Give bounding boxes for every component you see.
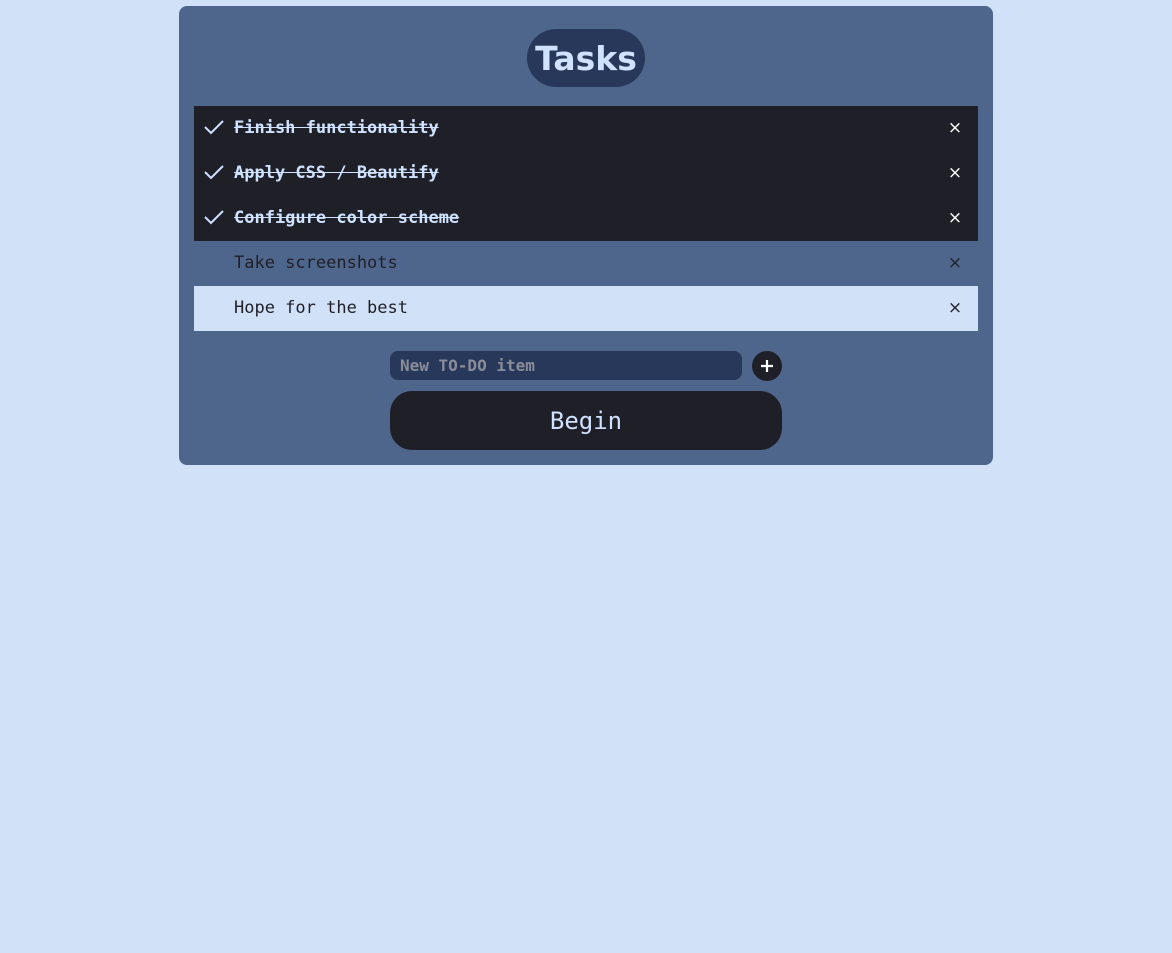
tasks-panel: Tasks Finish functionality × Apply CSS /…	[179, 6, 993, 465]
task-item[interactable]: Take screenshots ×	[194, 241, 978, 286]
begin-button[interactable]: Begin	[390, 391, 782, 450]
task-text: Apply CSS / Beautify	[234, 163, 439, 183]
close-icon[interactable]: ×	[947, 297, 963, 319]
task-text: Hope for the best	[234, 298, 408, 318]
close-icon[interactable]: ×	[947, 162, 963, 184]
plus-icon	[761, 360, 773, 372]
checkmark-icon	[204, 165, 224, 180]
task-text: Configure color scheme	[234, 208, 460, 228]
task-item-completed[interactable]: Apply CSS / Beautify ×	[194, 151, 978, 196]
close-icon[interactable]: ×	[947, 252, 963, 274]
checkmark-icon	[204, 210, 224, 225]
close-icon[interactable]: ×	[947, 117, 963, 139]
task-text: Finish functionality	[234, 118, 439, 138]
task-text: Take screenshots	[234, 253, 398, 273]
task-list: Finish functionality × Apply CSS / Beaut…	[194, 106, 978, 331]
close-icon[interactable]: ×	[947, 207, 963, 229]
task-item-hovered[interactable]: Hope for the best ×	[194, 286, 978, 331]
add-item-button[interactable]	[752, 351, 782, 381]
task-item-completed[interactable]: Configure color scheme ×	[194, 196, 978, 241]
page-title: Tasks	[527, 29, 645, 87]
new-todo-input[interactable]	[390, 351, 742, 380]
task-item-completed[interactable]: Finish functionality ×	[194, 106, 978, 151]
checkmark-icon	[204, 120, 224, 135]
